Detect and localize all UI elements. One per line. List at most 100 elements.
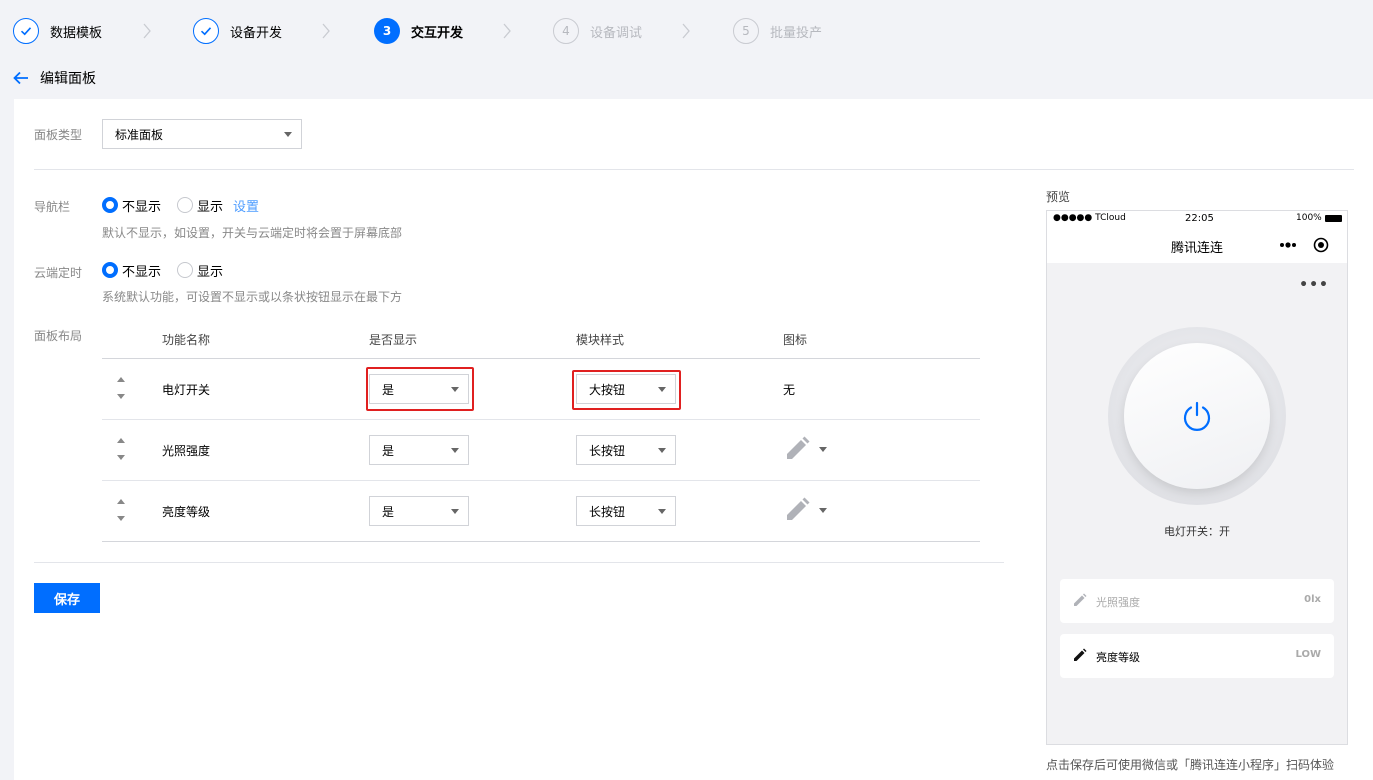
col-header-style: 模块样式 <box>576 333 625 347</box>
row-name: 电灯开关 <box>162 383 211 397</box>
nav-radio-show[interactable] <box>177 197 194 213</box>
timer-radio-show[interactable] <box>177 262 194 278</box>
panel-type-select[interactable]: 标准面板 <box>102 119 302 149</box>
phone-status-bar: ●●●●● TCloud 22:05 100% <box>1047 211 1347 227</box>
step-data-template[interactable]: 数据模板 <box>13 17 102 45</box>
step-device-debug[interactable]: 4 设备调试 <box>553 17 642 45</box>
card-label: 亮度等级 <box>1096 651 1140 664</box>
power-status-label: 电灯开关：开 <box>1164 525 1230 538</box>
table-header-divider <box>102 358 980 359</box>
preview-card-brightness-level[interactable]: 亮度等级 LOW <box>1060 634 1334 678</box>
back-arrow-icon[interactable] <box>12 69 30 87</box>
row-style-select[interactable]: 长按钮 <box>576 435 676 465</box>
status-carrier: ●●●●● TCloud <box>1053 213 1126 223</box>
close-miniprogram-icon[interactable] <box>1313 237 1329 253</box>
row-icon-none: 无 <box>783 383 796 397</box>
more-dots-icon[interactable] <box>1279 242 1297 248</box>
layout-label: 面板布局 <box>34 329 83 343</box>
icon-dropdown-caret[interactable] <box>819 447 827 452</box>
arrow-up-icon[interactable] <box>117 499 125 504</box>
radio-label: 显示 <box>197 199 224 215</box>
step-label: 交互开发 <box>411 25 464 41</box>
step-label: 数据模板 <box>50 25 103 41</box>
back-header: 编辑面板 <box>12 68 96 88</box>
more-menu[interactable]: ••• <box>1299 277 1329 293</box>
highlight-box <box>366 367 474 411</box>
capsule-menu[interactable] <box>1271 232 1337 258</box>
nav-radio-group: 不显示 显示 设置 <box>102 196 259 215</box>
row-name: 光照强度 <box>162 444 211 458</box>
arrow-down-icon[interactable] <box>117 394 125 399</box>
phone-nav-bar: 腾讯连连 <box>1047 227 1347 263</box>
card-label: 光照强度 <box>1096 596 1140 609</box>
radio-label: 不显示 <box>122 264 162 280</box>
step-number: 3 <box>374 18 400 44</box>
sort-handle[interactable] <box>116 438 126 462</box>
battery-icon <box>1325 215 1342 222</box>
row-divider <box>102 480 980 481</box>
arrow-up-icon[interactable] <box>117 377 125 382</box>
timer-radio-hide[interactable] <box>102 262 118 278</box>
card-value: 0lx <box>1304 594 1321 605</box>
col-header-icon: 图标 <box>783 333 808 347</box>
chevron-right-icon <box>682 23 690 39</box>
chevron-right-icon <box>503 23 511 39</box>
power-icon <box>1183 401 1211 431</box>
nav-settings-link[interactable]: 设置 <box>233 196 259 215</box>
select-value: 标准面板 <box>115 127 164 142</box>
sort-handle[interactable] <box>116 499 126 523</box>
caret-down-icon <box>284 132 292 137</box>
arrow-down-icon[interactable] <box>117 516 125 521</box>
radio-label: 显示 <box>197 264 224 280</box>
pencil-icon[interactable] <box>784 497 810 523</box>
col-header-show: 是否显示 <box>369 333 418 347</box>
step-interaction-dev[interactable]: 3 交互开发 <box>374 17 463 45</box>
panel-type-label: 面板类型 <box>34 128 83 142</box>
divider <box>34 169 1354 170</box>
icon-dropdown-caret[interactable] <box>819 508 827 513</box>
row-divider <box>102 419 980 420</box>
row-show-select[interactable]: 是 <box>369 496 469 526</box>
timer-label: 云端定时 <box>34 266 83 280</box>
col-header-name: 功能名称 <box>162 333 211 347</box>
select-value: 长按钮 <box>589 443 626 458</box>
arrow-up-icon[interactable] <box>117 438 125 443</box>
step-number: 5 <box>733 18 759 44</box>
row-style-select[interactable]: 长按钮 <box>576 496 676 526</box>
nav-hint: 默认不显示，如设置，开关与云端定时将会置于屏幕底部 <box>102 226 403 240</box>
card-value: LOW <box>1295 649 1321 660</box>
select-value: 长按钮 <box>589 504 626 519</box>
chevron-right-icon <box>322 23 330 39</box>
preview-card-light-intensity[interactable]: 光照强度 0lx <box>1060 579 1334 623</box>
pencil-icon <box>1074 593 1087 606</box>
step-label: 批量投产 <box>770 25 823 41</box>
preview-title: 预览 <box>1046 190 1071 204</box>
step-device-dev[interactable]: 设备开发 <box>193 17 282 45</box>
caret-down-icon <box>658 509 666 514</box>
phone-preview: ●●●●● TCloud 22:05 100% 腾讯连连 ••• 电灯开关：开 … <box>1046 210 1348 745</box>
select-value: 是 <box>382 504 395 519</box>
caret-down-icon <box>451 448 459 453</box>
arrow-down-icon[interactable] <box>117 455 125 460</box>
nav-radio-hide[interactable] <box>102 197 118 213</box>
power-button[interactable] <box>1124 343 1270 489</box>
steps-bar: 数据模板 设备开发 3 交互开发 4 设备调试 5 批量投产 <box>0 0 1373 62</box>
check-icon <box>13 18 39 44</box>
pencil-icon[interactable] <box>784 436 810 462</box>
step-label: 设备调试 <box>590 25 643 41</box>
status-battery: 100% <box>1296 213 1322 223</box>
divider <box>34 562 1004 563</box>
preview-footer-hint: 点击保存后可使用微信或「腾讯连连小程序」扫码体验 <box>1046 758 1335 772</box>
check-icon <box>193 18 219 44</box>
status-time: 22:05 <box>1185 213 1214 224</box>
pencil-icon <box>1074 648 1087 661</box>
highlight-box <box>572 370 681 410</box>
row-show-select[interactable]: 是 <box>369 435 469 465</box>
row-name: 亮度等级 <box>162 505 211 519</box>
step-mass-production[interactable]: 5 批量投产 <box>733 17 822 45</box>
page-title: 编辑面板 <box>40 71 96 87</box>
caret-down-icon <box>658 448 666 453</box>
save-button[interactable]: 保存 <box>34 583 100 613</box>
sort-handle[interactable] <box>116 377 126 401</box>
nav-label: 导航栏 <box>34 200 71 214</box>
